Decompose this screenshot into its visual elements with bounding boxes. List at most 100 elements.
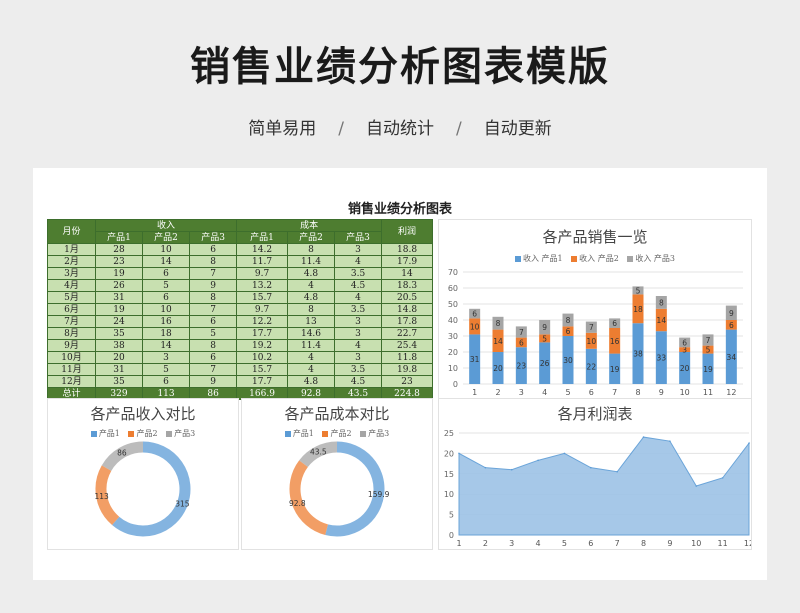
area-chart-title: 各月利润表 [557,405,633,423]
month-cell: 1月 [47,243,96,256]
value-cell: 35 [94,375,144,388]
value-cell: 8 [286,303,336,316]
legend-label: 收入 产品2 [579,254,619,263]
x-tick-label: 6 [589,388,594,397]
value-cell: 4 [286,363,336,376]
legend-item-p2: 收入 产品2 [571,253,619,264]
value-cell: 38 [94,339,144,352]
value-cell: 4.5 [334,375,383,388]
value-cell: 3 [334,327,383,340]
x-tick-label: 9 [667,539,672,548]
bar-data-label: 9 [542,323,547,332]
subheader-income-p1: 产品1 [94,231,144,244]
y-tick-label: 0 [449,531,454,540]
bar-data-label: 33 [657,354,667,363]
month-cell: 11月 [47,363,96,376]
bar-data-label: 7 [519,328,524,337]
x-tick-label: 12 [744,539,751,548]
value-cell: 24 [94,315,144,328]
value-cell: 14.6 [286,327,336,340]
y-tick-label: 20 [444,449,454,458]
value-cell: 25.4 [381,339,433,352]
y-tick-label: 0 [453,380,458,389]
value-cell: 23 [381,375,433,388]
bar-data-label: 5 [636,286,641,295]
bar-data-label: 19 [610,365,620,374]
value-cell: 4.8 [286,291,336,304]
value-cell: 8 [286,243,336,256]
x-tick-label: 3 [519,388,524,397]
value-cell: 4.5 [334,279,383,292]
header-cost: 成本 [236,219,383,232]
value-cell: 20.5 [381,291,433,304]
month-cell: 9月 [47,339,96,352]
value-cell: 6 [142,375,191,388]
value-cell: 19 [94,303,144,316]
x-tick-label: 10 [680,388,690,397]
value-cell: 7 [189,267,238,280]
bar-data-label: 6 [472,310,477,319]
value-cell: 14 [142,339,191,352]
subheader-income-p3: 产品3 [189,231,238,244]
value-cell: 9.7 [236,267,288,280]
table-row: 10月 20 3 6 10.2 4 3 11.8 [47,351,433,364]
income-donut-title: 各产品收入对比 [90,405,196,423]
y-tick-label: 60 [448,284,458,293]
month-cell: 7月 [47,315,96,328]
bar-data-label: 16 [610,337,620,346]
bar-data-label: 20 [680,364,690,373]
value-cell: 8 [189,339,238,352]
bar-data-label: 34 [727,353,737,362]
x-tick-label: 10 [691,539,701,548]
value-cell: 12.2 [236,315,288,328]
value-cell: 3.5 [334,267,383,280]
value-cell: 10.2 [236,351,288,364]
value-cell: 18.3 [381,279,433,292]
value-cell: 31 [94,363,144,376]
y-tick-label: 30 [448,332,458,341]
value-cell: 18.8 [381,243,433,256]
value-cell: 9 [189,375,238,388]
product-sales-chart-panel: 各产品销售一览 收入 产品1 收入 产品2 收入 产品3 0 10 20 30 40 50… [438,219,752,399]
bar-data-label: 38 [633,350,643,359]
bar-data-label: 7 [706,336,711,345]
y-tick-label: 10 [448,364,458,373]
bar-data-label: 31 [470,355,480,364]
profit-point [695,485,698,487]
bar-data-label: 18 [633,305,643,314]
value-cell: 35 [94,327,144,340]
cost-donut-title: 各产品成本对比 [284,405,390,423]
profit-point [616,470,618,473]
value-cell: 11.4 [286,339,336,352]
x-tick-label: 2 [483,539,488,548]
bar-data-label: 6 [612,319,617,328]
header-income: 收入 [94,219,238,232]
table-row: 3月 19 6 7 9.7 4.8 3.5 14 [47,267,433,280]
y-tick-label: 70 [448,268,458,277]
bar-data-label: 8 [659,298,664,307]
value-cell: 17.9 [381,255,433,268]
cost-donut-chart: 159.9 92.8 43.5 [289,441,390,537]
x-tick-label: 4 [536,539,541,548]
profit-point [563,452,566,455]
value-cell: 4 [286,351,336,364]
value-cell: 18 [142,327,191,340]
value-cell: 20 [94,351,144,364]
donut-slice [289,460,329,536]
table-row: 8月 35 18 5 17.7 14.6 3 22.7 [47,327,433,340]
bar-data-label: 14 [657,316,667,325]
header-profit: 利润 [381,219,433,244]
value-cell: 5 [142,363,191,376]
profit-point [642,436,645,438]
value-cell: 5 [142,279,191,292]
profit-area [458,436,750,536]
value-cell: 4 [286,279,336,292]
separator: / [338,119,344,139]
profit-point [484,466,487,469]
value-cell: 8 [189,291,238,304]
slice-data-label: 159.9 [368,490,390,499]
subheader-cost-p3: 产品3 [334,231,383,244]
value-cell: 6 [142,291,191,304]
value-cell: 14 [142,255,191,268]
separator: / [456,119,462,139]
